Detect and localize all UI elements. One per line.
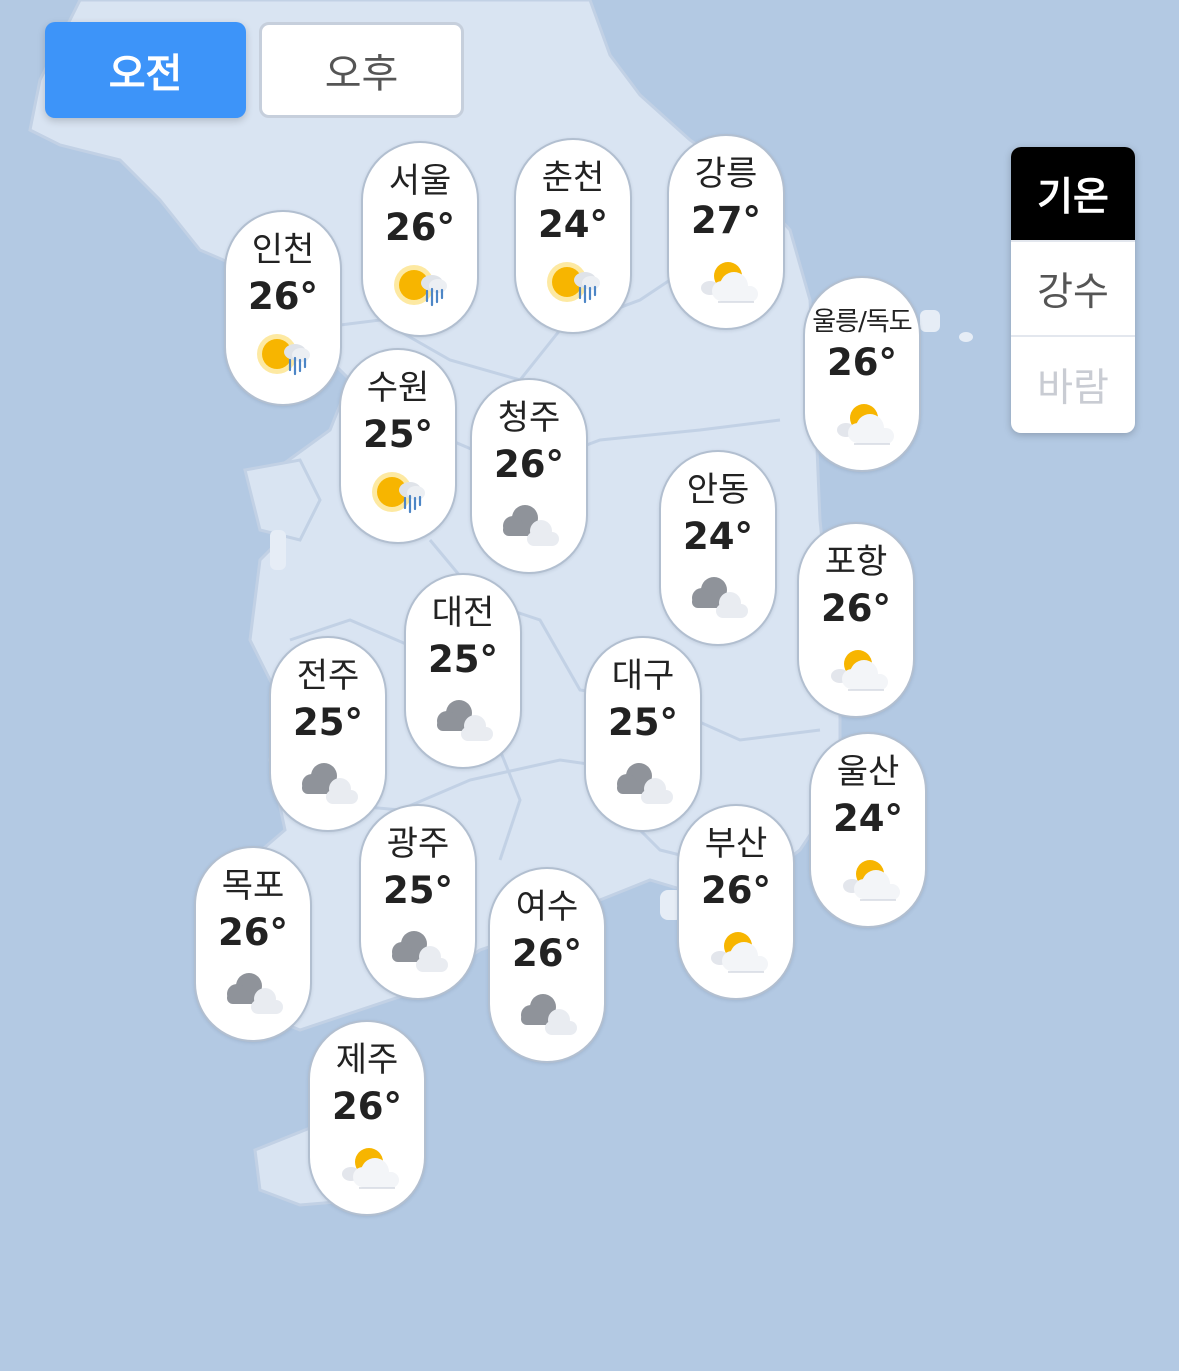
city-name: 강릉 — [694, 154, 758, 194]
city-name: 대전 — [431, 593, 495, 633]
city-name: 대구 — [611, 656, 675, 696]
city-marker-jeju[interactable]: 제주 26° — [308, 1020, 426, 1216]
partly-cloudy-icon — [708, 924, 768, 978]
city-temperature: 27° — [691, 199, 761, 242]
cloudy-icon — [300, 756, 360, 810]
city-name: 제주 — [335, 1040, 399, 1080]
city-marker-pohang[interactable]: 포항 26° — [797, 522, 915, 718]
cloudy-icon — [225, 966, 285, 1020]
sun-rain-icon — [392, 261, 452, 315]
city-temperature: 24° — [833, 797, 903, 840]
city-marker-gangneung[interactable]: 강릉 27° — [667, 134, 785, 330]
cloudy-icon — [519, 987, 579, 1041]
partly-cloudy-icon — [339, 1140, 399, 1194]
city-name: 포항 — [824, 542, 888, 582]
city-name: 여수 — [515, 887, 579, 927]
am-tab[interactable]: 오전 — [45, 22, 246, 118]
city-temperature: 25° — [428, 638, 498, 681]
cloudy-icon — [435, 693, 495, 747]
cloudy-icon — [615, 756, 675, 810]
city-temperature: 26° — [494, 443, 564, 486]
city-marker-chuncheon[interactable]: 춘천 24° — [514, 138, 632, 334]
city-marker-ulsan[interactable]: 울산 24° — [809, 732, 927, 928]
cloudy-icon — [690, 570, 750, 624]
city-temperature: 26° — [701, 869, 771, 912]
city-marker-andong[interactable]: 안동 24° — [659, 450, 777, 646]
city-name: 전주 — [296, 656, 360, 696]
city-marker-daegu[interactable]: 대구 25° — [584, 636, 702, 832]
city-name: 수원 — [366, 368, 430, 408]
sun-rain-icon — [255, 330, 315, 384]
layer-selector: 기온 강수 바람 — [1011, 147, 1135, 433]
layer-precipitation-button[interactable]: 강수 — [1011, 242, 1135, 337]
city-temperature: 26° — [512, 932, 582, 975]
city-marker-mokpo[interactable]: 목포 26° — [194, 846, 312, 1042]
city-name: 목포 — [221, 866, 285, 906]
layer-wind-button[interactable]: 바람 — [1011, 337, 1135, 432]
city-name: 울산 — [836, 752, 900, 792]
city-marker-seoul[interactable]: 서울 26° — [361, 141, 479, 337]
partly-cloudy-icon — [698, 254, 758, 308]
city-name: 인천 — [251, 230, 315, 270]
city-temperature: 26° — [218, 911, 288, 954]
city-temperature: 24° — [538, 203, 608, 246]
city-temperature: 25° — [608, 701, 678, 744]
city-temperature: 25° — [363, 413, 433, 456]
partly-cloudy-icon — [834, 396, 894, 450]
city-name: 청주 — [497, 398, 561, 438]
sun-rain-icon — [545, 258, 605, 312]
city-temperature: 25° — [293, 701, 363, 744]
cloudy-icon — [390, 924, 450, 978]
cloudy-icon — [501, 498, 561, 552]
layer-temperature-button[interactable]: 기온 — [1011, 147, 1135, 242]
city-name: 광주 — [386, 824, 450, 864]
city-temperature: 26° — [332, 1085, 402, 1128]
city-marker-cheongju[interactable]: 청주 26° — [470, 378, 588, 574]
city-temperature: 26° — [821, 587, 891, 630]
city-temperature: 24° — [683, 515, 753, 558]
city-marker-daejeon[interactable]: 대전 25° — [404, 573, 522, 769]
city-marker-incheon[interactable]: 인천 26° — [224, 210, 342, 406]
sun-rain-icon — [370, 468, 430, 522]
city-marker-yeosu[interactable]: 여수 26° — [488, 867, 606, 1063]
city-marker-jeonju[interactable]: 전주 25° — [269, 636, 387, 832]
city-name: 부산 — [704, 824, 768, 864]
city-marker-busan[interactable]: 부산 26° — [677, 804, 795, 1000]
pm-tab[interactable]: 오후 — [259, 22, 464, 118]
partly-cloudy-icon — [840, 852, 900, 906]
city-marker-ulleung-dokdo[interactable]: 울릉/독도 26° — [803, 276, 921, 472]
city-marker-suwon[interactable]: 수원 25° — [339, 348, 457, 544]
city-name: 춘천 — [541, 158, 605, 198]
city-temperature: 26° — [385, 206, 455, 249]
city-name: 울릉/독도 — [812, 307, 912, 337]
city-temperature: 26° — [248, 275, 318, 318]
partly-cloudy-icon — [828, 642, 888, 696]
city-temperature: 25° — [383, 869, 453, 912]
city-name: 안동 — [686, 470, 750, 510]
city-marker-gwangju[interactable]: 광주 25° — [359, 804, 477, 1000]
city-temperature: 26° — [827, 341, 897, 384]
city-name: 서울 — [388, 161, 452, 201]
